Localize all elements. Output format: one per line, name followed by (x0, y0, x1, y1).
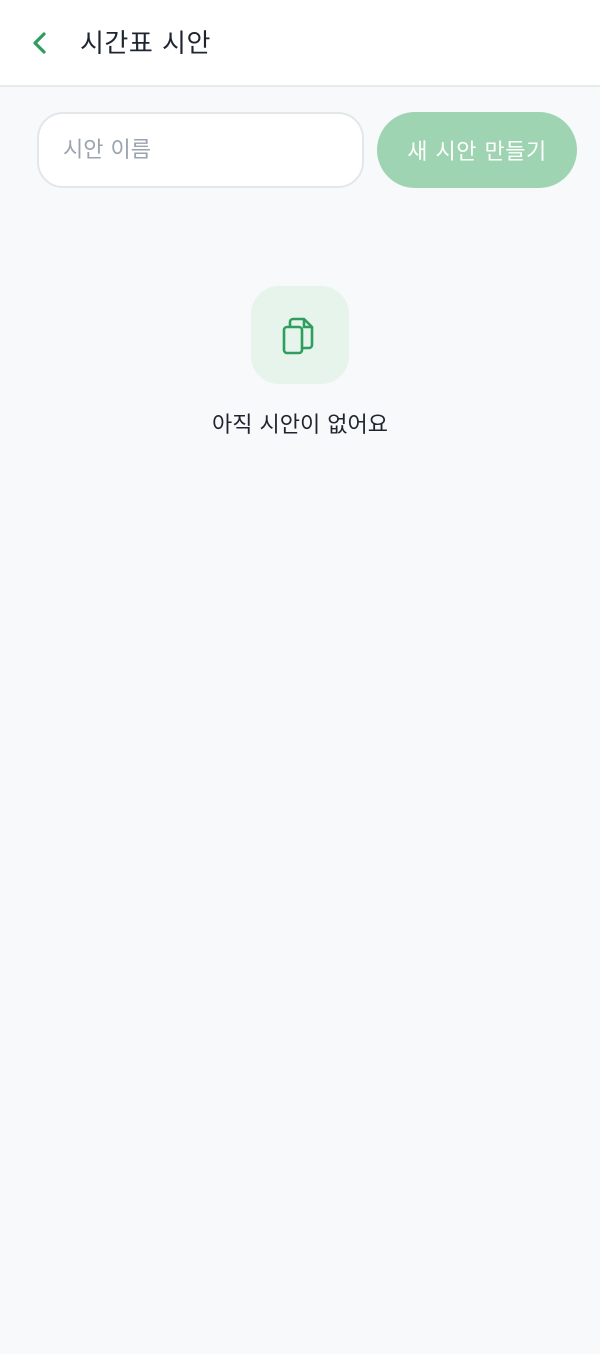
top-app-bar: 시간표 시안 (0, 0, 600, 87)
create-draft-button[interactable]: 새 시안 만들기 (377, 112, 577, 188)
empty-state-message: 아직 시안이 없어요 (212, 413, 388, 438)
documents-icon (282, 317, 314, 355)
back-button[interactable] (22, 24, 58, 62)
app-screen: 시간표 시안 새 시안 만들기 아직 시안이 없어요 (0, 0, 600, 1354)
draft-name-field-container (37, 112, 364, 188)
draft-name-input[interactable] (39, 114, 362, 186)
chevron-left-icon (33, 32, 46, 54)
empty-state-icon-box (251, 286, 349, 384)
page-title: 시간표 시안 (80, 29, 211, 59)
